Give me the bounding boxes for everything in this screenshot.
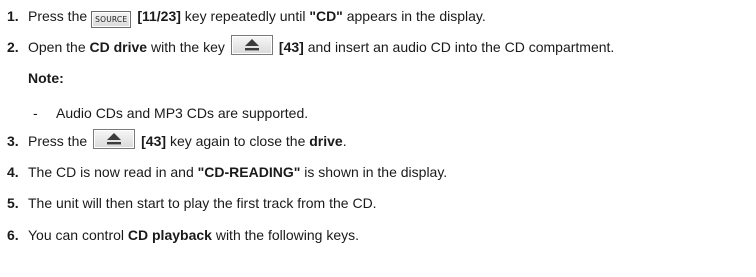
- eject-symbol: [107, 133, 122, 145]
- step-number: 1.: [7, 8, 19, 24]
- eject-key-icon: [230, 35, 273, 55]
- step-text-part: The unit will then start to play the fir…: [28, 195, 377, 211]
- eject-key-icon: [93, 129, 136, 149]
- step-number: 3.: [7, 133, 19, 149]
- step-text: The unit will then start to play the fir…: [28, 191, 377, 215]
- key-reference: [43]: [141, 133, 167, 149]
- step-text: The CD is now read in and "CD-READING" i…: [28, 160, 447, 184]
- step-number: 4.: [7, 164, 19, 180]
- step-text: Press the [43] key again to close the dri…: [28, 129, 347, 153]
- step-number: 5.: [7, 195, 19, 211]
- step-text-part: Open the: [28, 39, 86, 55]
- step-text-part: and insert an audio CD into the CD compa…: [307, 39, 615, 55]
- step-text-part: with the key: [150, 39, 225, 55]
- bullet-dash: -: [33, 105, 38, 121]
- step-number: 6.: [7, 227, 19, 243]
- step-text-part: The CD is now read in and: [28, 164, 194, 180]
- step-text-part: key repeatedly until: [184, 8, 306, 24]
- display-text-reference: "CD-READING": [197, 164, 301, 180]
- step-text: Open the CD drive with the key [43] and i…: [28, 35, 614, 59]
- step-text: You can control CD playback with the fol…: [28, 223, 359, 247]
- step-text-part: Press the: [28, 133, 88, 149]
- step-text-part: Press the: [28, 8, 88, 24]
- step-number: 2.: [7, 39, 19, 55]
- drive-reference: drive: [309, 133, 343, 149]
- step-text-part: .: [342, 133, 347, 149]
- display-text-reference: "CD": [309, 8, 343, 24]
- source-key-icon: SOURCE: [91, 11, 132, 28]
- cd-drive-reference: CD drive: [89, 39, 148, 55]
- cd-playback-reference: CD playback: [127, 227, 212, 243]
- step-text-part: with the following keys.: [215, 227, 360, 243]
- step-text-part: appears in the display.: [346, 8, 486, 24]
- step-text-part: is shown in the display.: [304, 164, 448, 180]
- eject-symbol: [244, 39, 259, 51]
- key-reference: [11/23]: [137, 8, 181, 24]
- key-reference: [43]: [278, 39, 304, 55]
- step-text-part: You can control: [28, 227, 124, 243]
- step-text: Press the SOURCE [11/23] key repeatedly un…: [28, 4, 486, 28]
- bullet-text: Audio CDs and MP3 CDs are supported.: [56, 105, 309, 121]
- step-text-part: key again to close the: [169, 133, 306, 149]
- note-label: Note:: [28, 70, 64, 86]
